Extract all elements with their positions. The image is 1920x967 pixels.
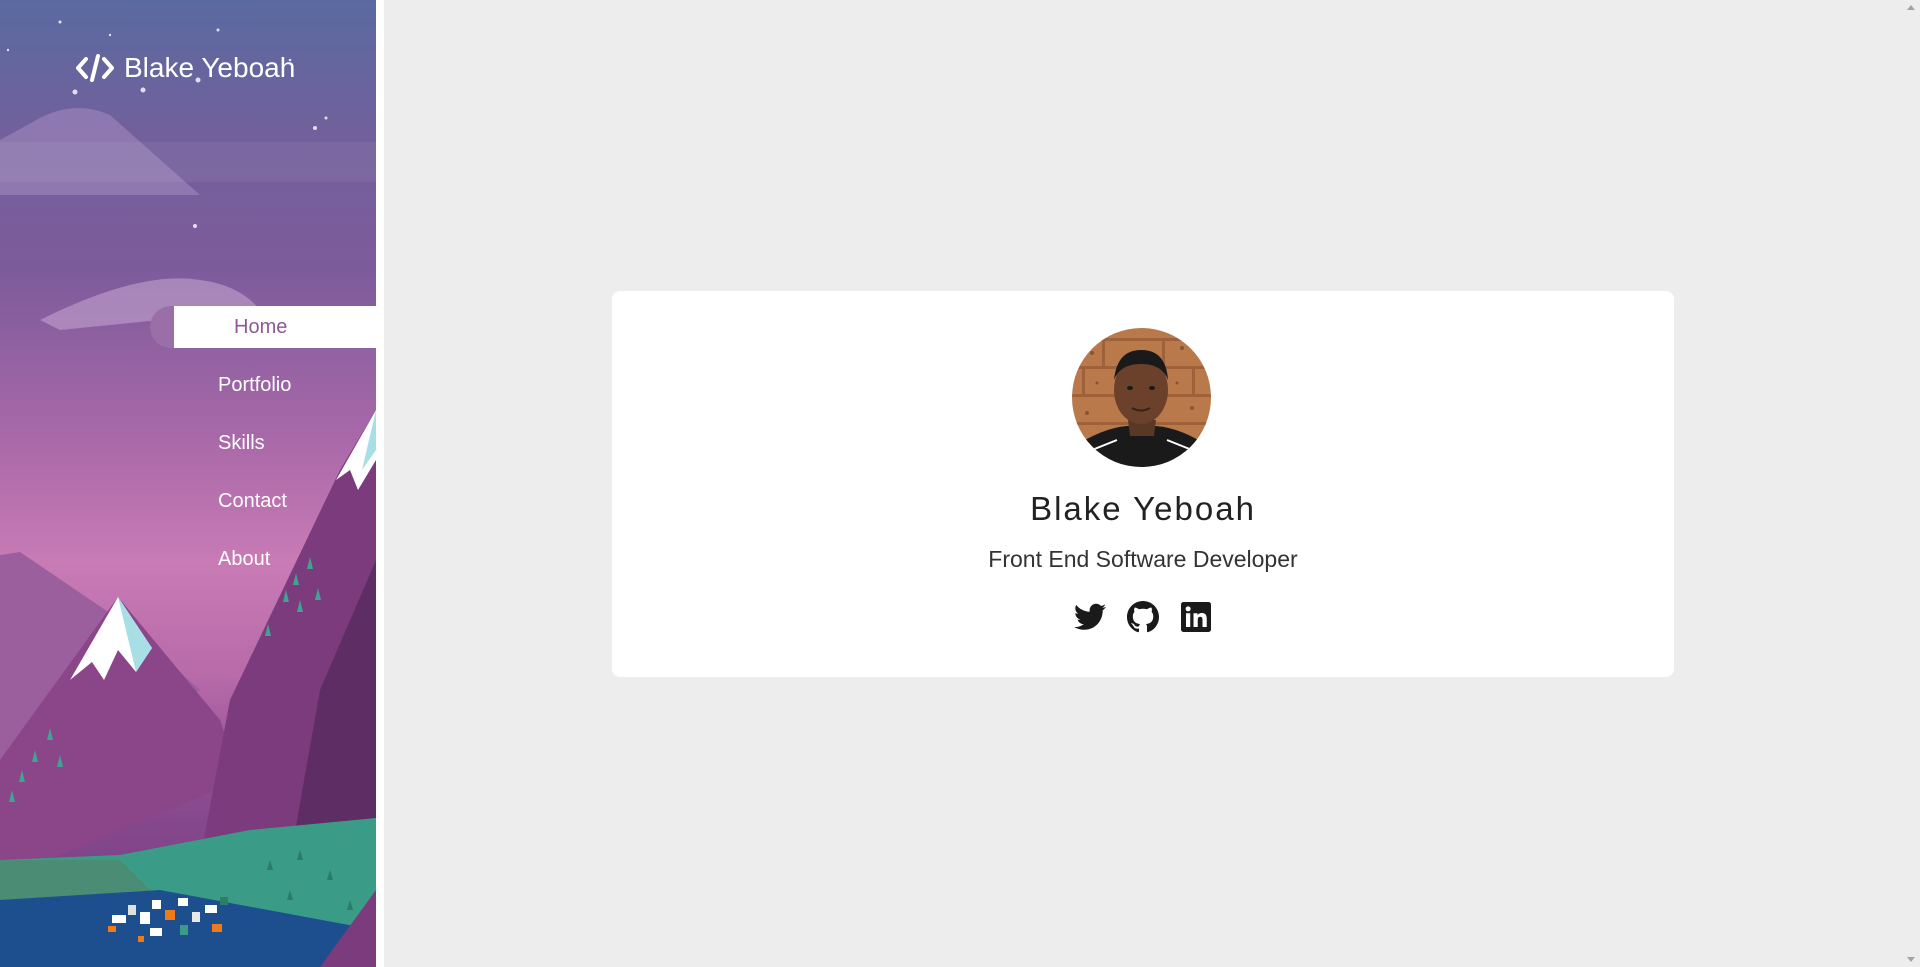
linkedin-icon[interactable] xyxy=(1179,600,1213,634)
profile-name: Blake Yeboah xyxy=(1030,490,1256,527)
scroll-down-arrow[interactable] xyxy=(1907,957,1915,962)
brand-logo[interactable]: Blake Yeboah xyxy=(76,52,295,84)
sidebar-divider xyxy=(376,0,384,967)
nav-item-about[interactable]: About xyxy=(0,538,376,580)
profile-role: Front End Software Developer xyxy=(988,546,1298,572)
sidebar: Blake Yeboah Home Portfolio Skills Conta… xyxy=(0,0,376,967)
github-icon[interactable] xyxy=(1126,600,1160,634)
nav-item-label: Home xyxy=(234,315,288,338)
vertical-scrollbar[interactable] xyxy=(1903,0,1920,967)
nav-item-label: About xyxy=(218,547,271,570)
nav-item-skills[interactable]: Skills xyxy=(0,422,376,464)
nav-item-label: Contact xyxy=(218,489,287,512)
social-links xyxy=(612,600,1674,634)
main-content: Blake Yeboah Front End Software Develope… xyxy=(384,0,1920,967)
avatar xyxy=(1072,328,1211,467)
nav-item-portfolio[interactable]: Portfolio xyxy=(0,364,376,406)
nav-item-contact[interactable]: Contact xyxy=(0,480,376,522)
nav-item-label: Portfolio xyxy=(218,373,292,396)
main-nav: Home Portfolio Skills Contact About xyxy=(0,306,376,596)
profile-card: Blake Yeboah Front End Software Develope… xyxy=(612,291,1674,677)
nav-item-label: Skills xyxy=(218,431,265,454)
nav-item-home[interactable]: Home xyxy=(150,306,376,348)
twitter-icon[interactable] xyxy=(1073,600,1107,634)
code-icon xyxy=(76,53,114,83)
scroll-up-arrow[interactable] xyxy=(1907,5,1915,10)
brand-name: Blake Yeboah xyxy=(124,52,296,83)
